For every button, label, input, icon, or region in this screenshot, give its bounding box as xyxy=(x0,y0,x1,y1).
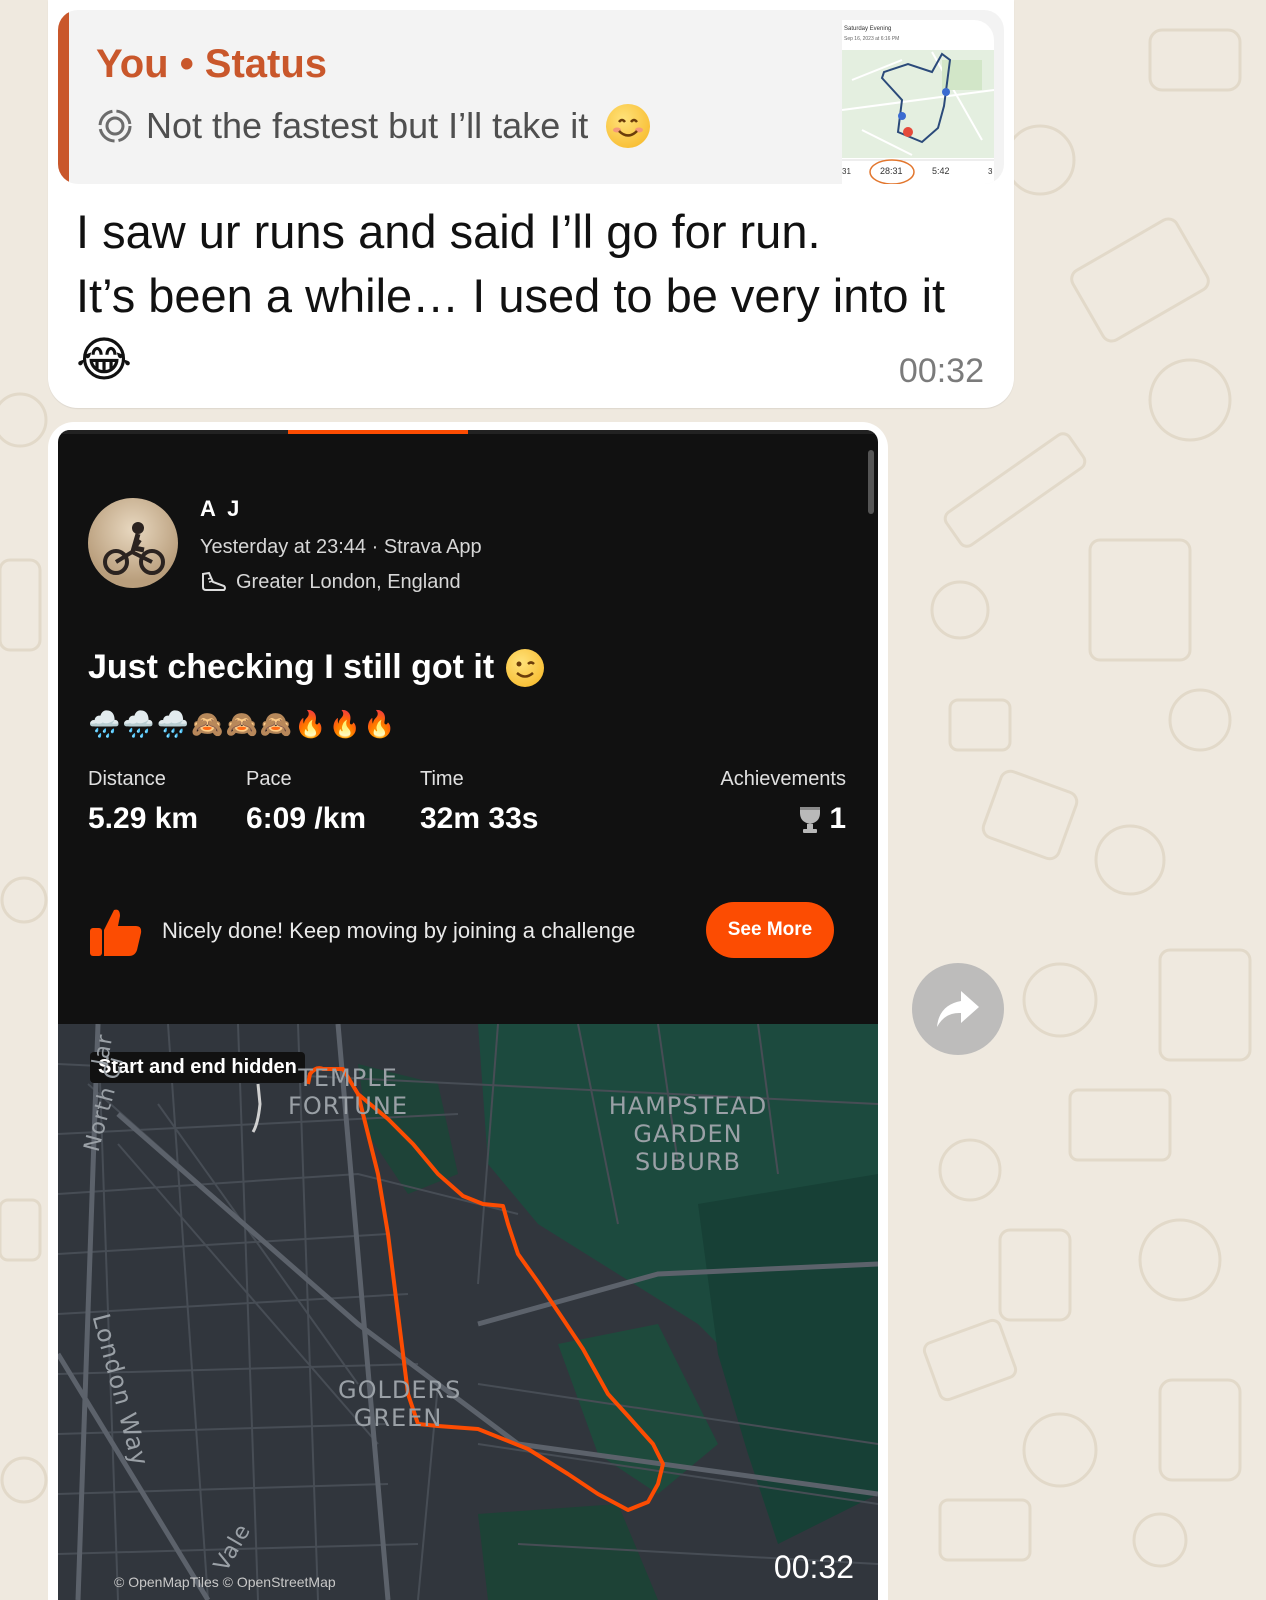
road-label-lar: lar xyxy=(88,1032,119,1068)
quote-accent-bar xyxy=(58,10,69,184)
message-line-1: I saw ur runs and said I’ll go for run. xyxy=(76,205,821,258)
map-label-golders-green: GOLDERS GREEN xyxy=(338,1376,462,1432)
athlete-name[interactable]: A J xyxy=(200,496,242,522)
scrollbar[interactable] xyxy=(868,450,874,514)
activity-location: Greater London, England xyxy=(200,570,461,594)
thumbnail-header: Saturday Evening xyxy=(844,26,891,32)
distance-label: Distance xyxy=(88,768,166,790)
thumbnail-stat-4: 3 xyxy=(988,167,993,176)
forward-button[interactable] xyxy=(912,963,1004,1055)
see-more-button[interactable]: See More xyxy=(706,902,834,958)
thumbnail-stat-3: 5:42 xyxy=(932,166,950,176)
message-line-2: It’s been a while… I used to be very int… xyxy=(76,269,946,322)
achievements-label: Achievements xyxy=(720,768,846,790)
distance-value: 5.29 km xyxy=(88,802,199,835)
achievements-value: 1 xyxy=(797,802,846,836)
laughing-emoji-icon: 😂 xyxy=(76,332,133,388)
thumbnail-stat-1: 31 xyxy=(842,167,851,176)
quoted-status-title: You • Status xyxy=(96,42,328,86)
forward-icon xyxy=(937,991,979,1027)
activity-title: Just checking I still got it xyxy=(88,648,545,687)
smile-emoji-icon xyxy=(606,104,651,148)
trophy-icon xyxy=(800,807,821,833)
message-bubble-video[interactable]: A J Yesterday at 23:44 · Strava App Grea… xyxy=(48,422,888,1600)
status-thumbnail[interactable]: Saturday Evening Sep 16, 2023 at 6:16 PM… xyxy=(842,20,994,184)
map-label-temple-fortune: TEMPLE FORTUNE xyxy=(288,1064,408,1120)
quoted-status[interactable]: You • Status Not the fastest but I’ll ta… xyxy=(58,10,1004,184)
status-ring-icon xyxy=(98,109,132,143)
challenge-text: Nicely done! Keep moving by joining a ch… xyxy=(162,918,636,943)
message-bubble-reply[interactable]: You • Status Not the fastest but I’ll ta… xyxy=(48,0,1014,408)
message-timestamp: 00:32 xyxy=(898,352,984,390)
thumbnail-stat-2: 28:31 xyxy=(880,166,903,176)
thumbs-up-icon xyxy=(90,909,142,956)
pace-label: Pace xyxy=(246,768,292,790)
shoe-icon xyxy=(202,571,226,591)
map-attribution[interactable]: © OpenMapTiles © OpenStreetMap xyxy=(114,1574,336,1590)
story-progress-track xyxy=(58,430,878,434)
pace-value: 6:09 /km xyxy=(246,802,367,835)
location-text: Greater London, England xyxy=(236,570,461,593)
activity-emoji-row: 🌧️🌧️🌧️🙈🙈🙈🔥🔥🔥 xyxy=(88,710,398,740)
thumbnail-subheader: Sep 16, 2023 at 6:16 PM xyxy=(844,36,899,42)
avatar[interactable] xyxy=(88,498,178,588)
map-label-hampstead: HAMPSTEAD GARDEN SUBURB xyxy=(608,1092,768,1176)
strava-activity-card[interactable]: A J Yesterday at 23:44 · Strava App Grea… xyxy=(58,430,878,1600)
activity-meta: Yesterday at 23:44 · Strava App xyxy=(200,536,482,558)
achievements-count: 1 xyxy=(829,802,846,835)
wink-emoji-icon xyxy=(506,648,545,687)
video-timestamp: 00:32 xyxy=(773,1549,854,1585)
activity-title-text: Just checking I still got it xyxy=(88,648,495,686)
message-text: I saw ur runs and said I’ll go for run. … xyxy=(76,200,996,392)
quoted-status-body: Not the fastest but I’ll take it xyxy=(96,104,651,148)
story-progress-fill xyxy=(288,430,468,434)
quoted-status-text: Not the fastest but I’ll take it xyxy=(146,105,589,146)
time-value: 32m 33s xyxy=(420,802,539,835)
time-label: Time xyxy=(420,768,464,790)
